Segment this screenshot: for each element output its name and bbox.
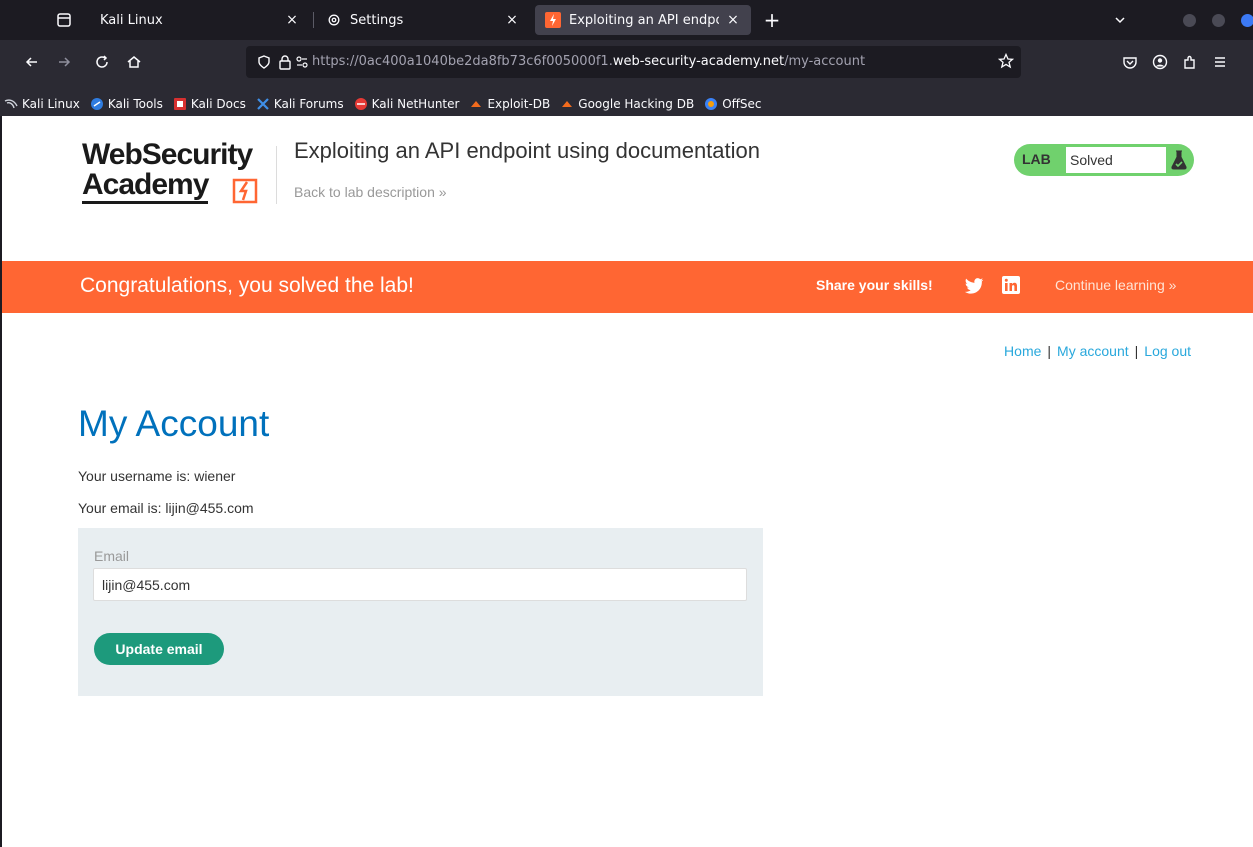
reload-icon[interactable] — [88, 48, 116, 76]
tab-settings[interactable]: Settings × — [316, 5, 530, 35]
logo-text-academy: Academy — [82, 168, 209, 204]
forward-arrow-icon[interactable] — [50, 48, 78, 76]
tab-title: Exploiting an API endpoin — [569, 12, 719, 28]
url-text: https://0ac400a1040be2da8fb73c6f005000f1… — [312, 54, 865, 69]
tab-exploiting-api[interactable]: Exploiting an API endpoin × — [535, 5, 751, 35]
my-account-link[interactable]: My account — [1057, 343, 1129, 359]
lightning-logo-icon — [232, 178, 258, 204]
twitter-icon[interactable] — [964, 277, 984, 295]
back-arrow-icon[interactable] — [18, 48, 46, 76]
extensions-icon[interactable] — [1176, 48, 1204, 76]
tab-title: Settings — [350, 12, 404, 28]
minimize-button[interactable] — [1183, 14, 1196, 27]
lab-state: Solved — [1066, 147, 1166, 173]
tab-list-icon[interactable] — [52, 8, 76, 32]
nav-separator: | — [1047, 343, 1052, 359]
bookmark-exploit-db[interactable]: Exploit-DB — [469, 97, 550, 111]
bookmark-kali-nethunter[interactable]: Kali NetHunter — [354, 97, 460, 111]
url-host: web-security-academy.net — [612, 54, 785, 69]
kali-forums-icon — [256, 97, 270, 111]
url-prefix: https://0ac400a1040be2da8fb73c6f005000f1… — [312, 54, 613, 69]
kali-tools-icon — [90, 97, 104, 111]
bookmark-kali-docs[interactable]: Kali Docs — [173, 97, 246, 111]
url-bar[interactable]: https://0ac400a1040be2da8fb73c6f005000f1… — [246, 46, 1021, 78]
username-text: Your username is: wiener — [78, 468, 236, 484]
hamburger-menu-icon[interactable] — [1206, 48, 1234, 76]
email-input[interactable] — [93, 568, 747, 601]
maximize-button[interactable] — [1212, 14, 1225, 27]
back-to-lab-description-link[interactable]: Back to lab description » — [294, 184, 447, 200]
tab-separator — [313, 12, 314, 28]
browser-tab-bar: Kali Linux × Settings × Exploiting an AP… — [0, 0, 1253, 40]
update-email-button[interactable]: Update email — [94, 633, 224, 665]
share-skills-text: Share your skills! — [816, 277, 933, 293]
email-label: Email — [94, 548, 130, 564]
nav-separator: | — [1134, 343, 1139, 359]
browser-nav-bar: https://0ac400a1040be2da8fb73c6f005000f1… — [0, 40, 1253, 92]
page-title: My Account — [78, 403, 270, 444]
lock-icon[interactable] — [278, 54, 292, 75]
home-link[interactable]: Home — [1004, 343, 1041, 359]
exploit-db-icon — [469, 97, 483, 111]
solved-banner: Congratulations, you solved the lab! Sha… — [2, 261, 1253, 313]
account-nav: Home | My account | Log out — [1004, 343, 1191, 359]
bookmark-label: Kali Tools — [107, 97, 163, 111]
web-security-academy-logo[interactable]: WebSecurity Academy — [82, 138, 274, 216]
tab-title: Kali Linux — [100, 12, 163, 28]
bookmark-google-hacking-db[interactable]: Google Hacking DB — [560, 97, 694, 111]
web-security-academy-favicon — [545, 12, 561, 28]
lab-status-badge: LAB Solved — [1014, 144, 1194, 176]
new-tab-button[interactable]: + — [760, 8, 784, 32]
kali-docs-icon — [173, 97, 187, 111]
ghdb-icon — [560, 97, 574, 111]
bookmark-label: Kali Forums — [273, 97, 344, 111]
url-path: /my-account — [784, 54, 866, 69]
bookmark-label: Kali Linux — [22, 97, 80, 111]
close-icon[interactable]: × — [725, 12, 741, 28]
bookmark-label: OffSec — [722, 97, 762, 111]
flask-icon — [1171, 150, 1187, 170]
permissions-icon[interactable] — [296, 55, 308, 74]
offsec-icon — [704, 97, 718, 111]
shield-icon[interactable] — [256, 54, 272, 75]
bookmark-label: Google Hacking DB — [578, 97, 695, 111]
logo-text-line2: Academy — [82, 168, 209, 204]
web-page: WebSecurity Academy Exploiting an API en… — [0, 116, 1253, 847]
kali-dragon-icon — [4, 97, 18, 111]
bookmark-label: Kali Docs — [190, 97, 246, 111]
gear-icon — [326, 12, 342, 28]
account-icon[interactable] — [1146, 48, 1174, 76]
linkedin-icon[interactable] — [1002, 276, 1020, 294]
continue-learning-link[interactable]: Continue learning » — [1055, 277, 1176, 293]
bookmark-offsec[interactable]: OffSec — [704, 97, 762, 111]
home-icon[interactable] — [120, 48, 148, 76]
header-divider — [276, 146, 277, 204]
pocket-icon[interactable] — [1116, 48, 1144, 76]
close-icon[interactable]: × — [284, 12, 300, 28]
nethunter-icon — [354, 97, 368, 111]
log-out-link[interactable]: Log out — [1144, 343, 1191, 359]
bookmark-kali-tools[interactable]: Kali Tools — [90, 97, 163, 111]
congratulations-message: Congratulations, you solved the lab! — [80, 274, 414, 297]
bookmark-label: Exploit-DB — [487, 97, 551, 111]
bookmark-kali-linux[interactable]: Kali Linux — [4, 97, 80, 111]
bookmarks-toolbar: Kali Linux Kali Tools Kali Docs Kali For… — [0, 92, 1253, 116]
bookmark-label: Kali NetHunter — [371, 97, 460, 111]
lab-title: Exploiting an API endpoint using documen… — [294, 138, 760, 163]
logo-text-line1: WebSecurity — [82, 138, 253, 171]
lab-label: LAB — [1022, 151, 1051, 167]
update-email-form: Email Update email — [78, 528, 763, 696]
email-text: Your email is: lijin@455.com — [78, 500, 254, 516]
tab-kali-linux[interactable]: Kali Linux × — [90, 5, 310, 35]
star-icon[interactable] — [997, 52, 1015, 74]
chevron-down-icon[interactable] — [1110, 10, 1130, 30]
window-close-button[interactable] — [1241, 14, 1253, 27]
close-icon[interactable]: × — [504, 12, 520, 28]
bookmark-kali-forums[interactable]: Kali Forums — [256, 97, 344, 111]
